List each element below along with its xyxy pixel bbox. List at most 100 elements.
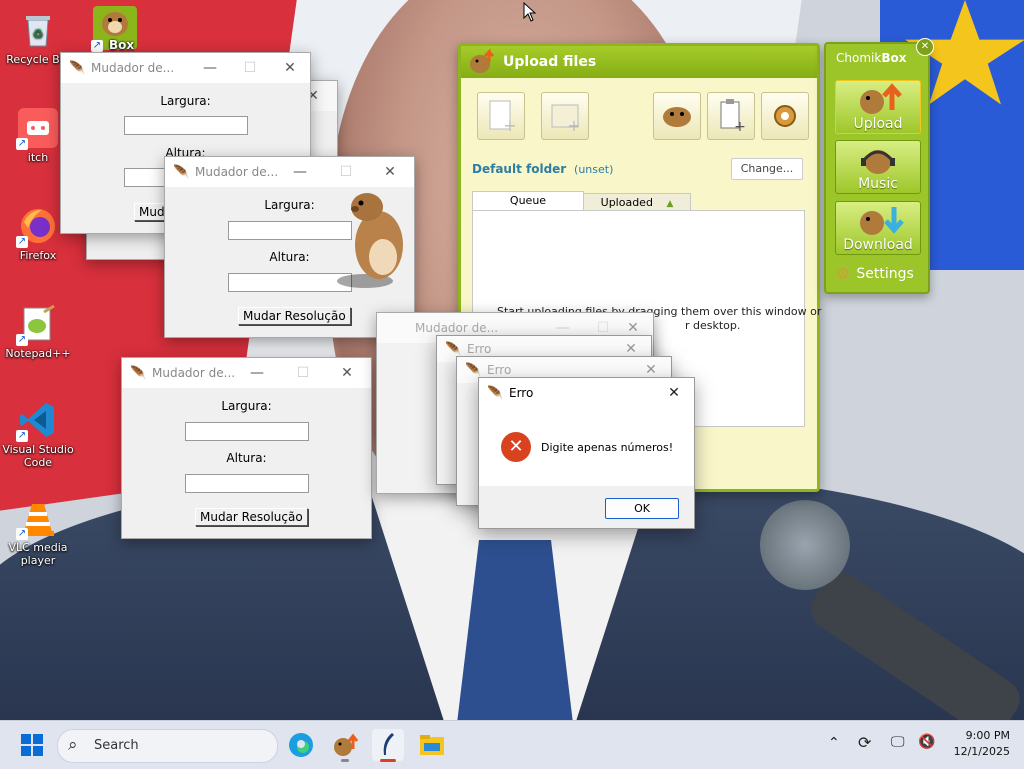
width-input[interactable] — [124, 116, 248, 135]
default-folder-row: Default folder (unset) — [472, 162, 613, 176]
clock-date: 12/1/2025 — [953, 745, 1010, 758]
chevron-up-icon[interactable]: ⌃ — [828, 735, 840, 751]
download-button[interactable]: Download — [835, 201, 921, 255]
desktop-icon-notepadpp[interactable]: ↗ Notepad++ — [0, 304, 76, 360]
default-folder-value: (unset) — [574, 163, 614, 176]
maximize-icon[interactable]: ☐ — [283, 358, 323, 388]
chomik-profile-button[interactable] — [653, 92, 701, 140]
hamster-download-icon — [860, 207, 904, 235]
shortcut-arrow-icon: ↗ — [16, 430, 28, 442]
minimize-icon[interactable]: — — [237, 358, 277, 388]
desktop-icon-label: Firefox — [19, 249, 57, 262]
width-input[interactable] — [185, 422, 309, 441]
upload-window-title: Upload files — [503, 54, 597, 70]
change-resolution-button[interactable]: Mudar Resolução — [238, 307, 351, 325]
width-input[interactable] — [228, 221, 352, 240]
windows-logo-icon — [21, 734, 43, 756]
taskbar-file-explorer[interactable] — [416, 729, 448, 761]
taskbar-python-tk[interactable] — [372, 729, 404, 762]
start-button[interactable] — [16, 729, 48, 761]
error-message: Digite apenas números! — [541, 441, 674, 454]
window-title: Erro — [467, 342, 492, 356]
shortcut-arrow-icon: ↗ — [16, 236, 28, 248]
ok-button[interactable]: OK — [605, 498, 679, 519]
notepad-plus-plus-icon: ↗ — [16, 304, 58, 346]
brand-part1: Chomik — [836, 51, 882, 65]
gear-icon: ⚙ — [836, 264, 851, 283]
change-resolution-button[interactable]: Mudar Resolução — [195, 508, 308, 526]
desktop-icon-label: VLC media player — [8, 541, 68, 567]
feather-icon — [383, 733, 394, 755]
chomikbox-icon: ↗ Box — [91, 6, 137, 52]
music-button[interactable]: Music — [835, 140, 921, 194]
feather-icon: 🪶 — [487, 385, 504, 401]
width-label: Largura: — [160, 94, 211, 108]
close-icon[interactable]: ✕ — [370, 157, 410, 187]
active-indicator — [380, 759, 396, 762]
svg-text:♻: ♻ — [33, 27, 44, 41]
clock-time: 9:00 PM — [965, 729, 1010, 742]
download-label: Download — [843, 237, 913, 253]
taskbar-search[interactable]: ⌕ Search — [57, 729, 278, 763]
sync-icon[interactable]: ⟳ — [858, 733, 871, 752]
taskbar-chomikbox[interactable] — [329, 729, 361, 762]
maximize-icon[interactable]: ☐ — [230, 53, 270, 83]
clipboard-paste-button[interactable]: + — [707, 92, 755, 140]
vlc-icon: ↗ — [16, 498, 58, 540]
minimize-icon[interactable]: — — [190, 53, 230, 83]
add-file-button[interactable]: + — [477, 92, 525, 140]
feather-icon: 🪶 — [69, 60, 86, 76]
close-icon[interactable]: ✕ — [270, 53, 310, 83]
shortcut-arrow-icon: ↗ — [91, 40, 103, 52]
feather-icon: 🪶 — [465, 362, 482, 378]
running-indicator — [341, 759, 349, 762]
shortcut-arrow-icon: ↗ — [16, 528, 28, 540]
taskbar: ⌕ Search ⌃ ⟳ 🖵 🔇 9:00 PM 12/1/2025 — [0, 720, 1024, 769]
settings-link[interactable]: ⚙ Settings — [836, 264, 914, 283]
feather-icon: 🪶 — [130, 365, 147, 381]
desktop-icon-label: Notepad++ — [5, 347, 71, 360]
change-folder-button[interactable]: Change... — [731, 158, 803, 180]
error-dialog: 🪶 Erro ✕ ✕ Digite apenas números! OK — [478, 377, 695, 529]
desktop-icon-vlc[interactable]: ↗ VLC media player — [0, 498, 76, 567]
upload-button[interactable]: Upload — [835, 80, 921, 134]
add-folder-button[interactable]: + — [541, 92, 589, 140]
tab-queue[interactable]: Queue — [472, 191, 584, 212]
window-title: Mudador de... — [195, 165, 279, 179]
shortcut-arrow-icon: ↗ — [16, 138, 28, 150]
desktop-icon-chomikbox[interactable]: ↗ Box — [80, 6, 150, 53]
firefox-icon: ↗ — [16, 206, 58, 248]
minimize-icon[interactable]: — — [280, 157, 320, 187]
height-label: Altura: — [226, 451, 267, 465]
resizer-window-2: 🪶 Mudador de... — ☐ ✕ Largura: Altura: M… — [164, 156, 415, 338]
height-input[interactable] — [228, 273, 352, 292]
settings-gear-button[interactable] — [761, 92, 809, 140]
shortcut-arrow-icon: ↗ — [16, 334, 28, 346]
chomikbox-icon-text: Box — [109, 38, 135, 52]
search-icon: ⌕ — [68, 735, 78, 755]
feather-icon: 🪶 — [173, 164, 190, 180]
drag-hint-text-2: r desktop. — [685, 319, 741, 332]
hamster-headphones-icon — [861, 150, 895, 174]
window-title: Mudador de... — [415, 321, 499, 335]
desktop-icon-vscode[interactable]: ↗ Visual Studio Code — [0, 400, 76, 469]
svg-text:+: + — [734, 119, 746, 135]
chomikbox-brand: ChomikBox — [836, 51, 906, 65]
close-icon[interactable]: ✕ — [327, 358, 367, 388]
mouse-cursor-icon — [523, 1, 537, 22]
height-input[interactable] — [185, 474, 309, 493]
clock[interactable]: 9:00 PM 12/1/2025 — [944, 728, 1010, 760]
close-icon[interactable]: ✕ — [916, 38, 934, 56]
error-dialog-title: Erro — [509, 386, 534, 400]
chomikbox-icon — [334, 733, 359, 756]
speaker-muted-icon[interactable]: 🔇 — [918, 734, 935, 750]
taskbar-edge[interactable] — [285, 729, 317, 761]
tab-uploaded-label: Uploaded — [600, 196, 653, 209]
close-icon[interactable]: ✕ — [654, 378, 694, 408]
maximize-icon[interactable]: ☐ — [326, 157, 366, 187]
resizer-window-3: 🪶 Mudador de... — ☐ ✕ Largura: Altura: M… — [121, 357, 372, 539]
feather-icon: 🪶 — [445, 341, 462, 357]
network-icon[interactable]: 🖵 — [891, 734, 905, 750]
hamster-upload-icon — [467, 48, 497, 76]
music-label: Music — [858, 176, 898, 192]
